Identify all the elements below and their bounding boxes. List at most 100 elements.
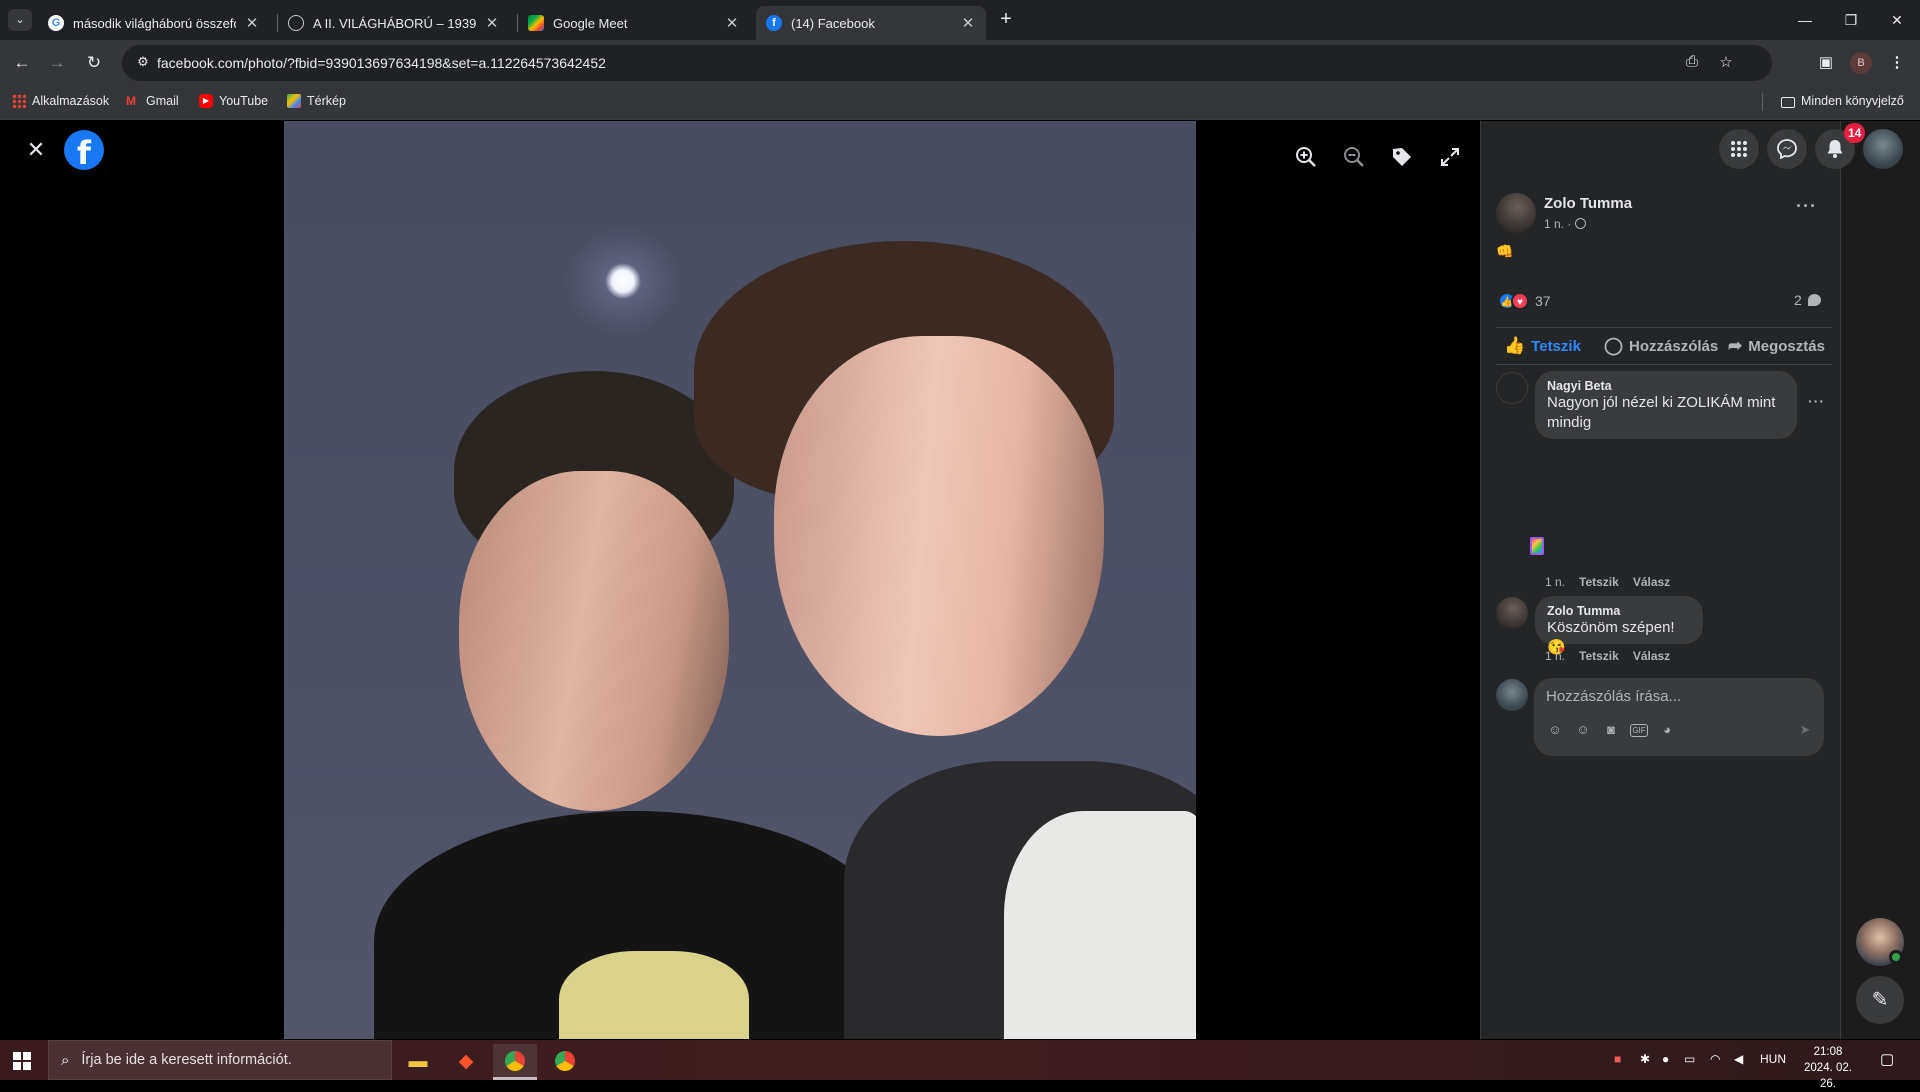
comment-options-icon[interactable]: ··· (1808, 393, 1825, 409)
gif-icon[interactable]: GIF (1630, 724, 1648, 737)
bookmark-youtube[interactable]: ▶ YouTube (199, 94, 268, 108)
post-author-name[interactable]: Zolo Tumma (1544, 195, 1632, 212)
post-timestamp[interactable]: 1 n. · (1544, 217, 1586, 231)
bookmark-star-icon[interactable]: ☆ (1716, 53, 1736, 73)
zoom-out-icon[interactable] (1336, 139, 1372, 175)
microphone-icon[interactable]: ● (1662, 1052, 1669, 1066)
tab-title: Google Meet (553, 15, 628, 31)
clock-time: 21:08 (1813, 1046, 1843, 1058)
comment-meta: 1 n. Tetszik Válasz (1545, 575, 1670, 589)
gmail-icon: M (126, 94, 136, 108)
new-tab-button[interactable]: + (995, 9, 1017, 31)
chrome-icon-active[interactable] (493, 1044, 537, 1080)
commenter-avatar[interactable] (1496, 597, 1528, 629)
share-button[interactable]: ➦ Megosztás (1728, 336, 1825, 356)
forward-icon[interactable]: → (45, 51, 69, 75)
post-options-icon[interactable]: ··· (1796, 196, 1817, 217)
close-window-button[interactable]: ✕ (1874, 8, 1920, 32)
photo-detail (774, 336, 1104, 736)
browser-tab-3[interactable]: Google Meet ✕ (518, 6, 750, 40)
bookmark-apps[interactable]: Alkalmazások (12, 94, 109, 108)
browser-tab-2[interactable]: A II. VILÁGHÁBORÚ – 1939-1945 ✕ (278, 6, 510, 40)
bookmark-gmail[interactable]: M Gmail (126, 94, 179, 108)
youtube-icon: ▶ (199, 94, 213, 108)
facebook-logo[interactable]: f (64, 130, 104, 170)
all-bookmarks-button[interactable]: Minden könyvjelző (1781, 94, 1904, 108)
browser-tab-4-active[interactable]: f (14) Facebook ✕ (756, 6, 986, 40)
comment-time[interactable]: 1 n. (1545, 575, 1565, 589)
windows-start-icon[interactable] (13, 1052, 31, 1070)
address-bar-url[interactable]: facebook.com/photo/?fbid=939013697634198… (157, 55, 606, 71)
volume-icon[interactable]: ◀ (1734, 1052, 1743, 1066)
wifi-icon[interactable]: ◠ (1710, 1052, 1720, 1066)
chrome-profile-icon[interactable] (543, 1044, 587, 1080)
folder-icon (1781, 96, 1795, 108)
battery-icon[interactable]: ▭ (1684, 1052, 1695, 1066)
fullscreen-icon[interactable] (1432, 139, 1468, 175)
back-icon[interactable]: ← (10, 51, 34, 75)
my-avatar[interactable] (1496, 679, 1528, 711)
messenger-icon[interactable] (1767, 129, 1807, 169)
comment-like-button[interactable]: Tetszik (1579, 649, 1619, 663)
input-language[interactable]: HUN (1760, 1052, 1786, 1066)
bluetooth-icon[interactable]: ✱ (1640, 1052, 1650, 1066)
sticker-icon[interactable]: ◕ (1658, 721, 1676, 739)
commenter-avatar[interactable] (1496, 372, 1528, 404)
comment-text: Nagyon jól nézel ki ZOLIKÁM mint mindig (1547, 394, 1776, 431)
comment-button[interactable]: ◯ Hozzászólás (1604, 336, 1718, 356)
reload-icon[interactable]: ↻ (82, 51, 106, 75)
close-tab-icon[interactable]: ✕ (724, 14, 740, 32)
notification-center-icon[interactable]: ▢ (1880, 1050, 1894, 1068)
taskbar-search-box[interactable]: ⌕ Írja be ide a keresett információt. (48, 1040, 392, 1080)
minimize-button[interactable]: — (1782, 8, 1828, 32)
clock-date: 2024. 02. 26. (1804, 1062, 1852, 1090)
share-label: Megosztás (1748, 337, 1825, 355)
browser-tab-1[interactable]: G második világháború összefoglaló ✕ (38, 6, 270, 40)
avatar-sticker-icon[interactable]: ☺ (1546, 721, 1564, 739)
close-tab-icon[interactable]: ✕ (244, 14, 260, 32)
comment-composer[interactable]: Hozzászólás írása... ☺ ☺ ◙ GIF ◕ ➤ (1534, 678, 1824, 756)
comment-reply-button[interactable]: Válasz (1633, 575, 1670, 589)
address-bar[interactable]: ⚙ facebook.com/photo/?fbid=9390136976341… (122, 45, 1772, 81)
system-clock[interactable]: 21:08 2024. 02. 26. (1796, 1044, 1860, 1092)
comment-bubble-icon (1807, 294, 1821, 306)
comment-author[interactable]: Nagyi Beta (1547, 379, 1785, 393)
bookmark-maps[interactable]: Térkép (287, 94, 346, 108)
profile-avatar[interactable]: B (1850, 52, 1872, 74)
tray-app-icon[interactable]: ■ (1614, 1052, 1621, 1066)
close-tab-icon[interactable]: ✕ (960, 14, 976, 32)
like-button[interactable]: 👍 Tetszik (1504, 336, 1581, 356)
comment-count[interactable]: 2 (1794, 292, 1821, 308)
emoji-icon[interactable]: ☺ (1574, 721, 1592, 739)
post-text: 👊 (1496, 243, 1514, 259)
close-tab-icon[interactable]: ✕ (484, 14, 500, 32)
comment-author[interactable]: Zolo Tumma (1547, 604, 1691, 618)
account-avatar[interactable] (1863, 129, 1903, 169)
author-avatar[interactable] (1496, 193, 1536, 233)
comment-reply-button[interactable]: Válasz (1633, 649, 1670, 663)
send-icon[interactable]: ➤ (1796, 721, 1814, 739)
browser-menu-icon[interactable]: ⋮ (1886, 52, 1908, 74)
tab-title: (14) Facebook (791, 15, 875, 31)
comment-like-button[interactable]: Tetszik (1579, 575, 1619, 589)
brave-browser-icon[interactable]: ◆ (444, 1044, 488, 1080)
camera-icon[interactable]: ◙ (1602, 721, 1620, 739)
menu-grid-icon[interactable] (1719, 129, 1759, 169)
restore-button[interactable]: ❐ (1828, 8, 1874, 32)
close-viewer-button[interactable]: ✕ (16, 130, 56, 170)
side-panel-icon[interactable]: ▣ (1815, 52, 1837, 74)
tag-icon[interactable] (1384, 139, 1420, 175)
comment-input-placeholder[interactable]: Hozzászólás írása... (1546, 688, 1681, 705)
thumbs-up-icon: 👍 (1504, 336, 1526, 355)
tab-search-menu-button[interactable]: ⌄ (8, 9, 32, 31)
comment-meta: 1 n. Tetszik Válasz (1545, 649, 1670, 663)
new-message-button[interactable]: ✎ (1856, 976, 1904, 1024)
comment-time[interactable]: 1 n. (1545, 649, 1565, 663)
site-info-icon[interactable]: ⚙ (134, 54, 152, 72)
google-icon: G (48, 15, 64, 31)
install-app-icon[interactable]: ⎙ (1682, 53, 1702, 73)
photo-detail (559, 951, 749, 1039)
reaction-summary[interactable]: 👍 ♥ 37 (1498, 292, 1551, 310)
file-explorer-icon[interactable]: ▬ (396, 1044, 440, 1080)
zoom-in-icon[interactable] (1288, 139, 1324, 175)
